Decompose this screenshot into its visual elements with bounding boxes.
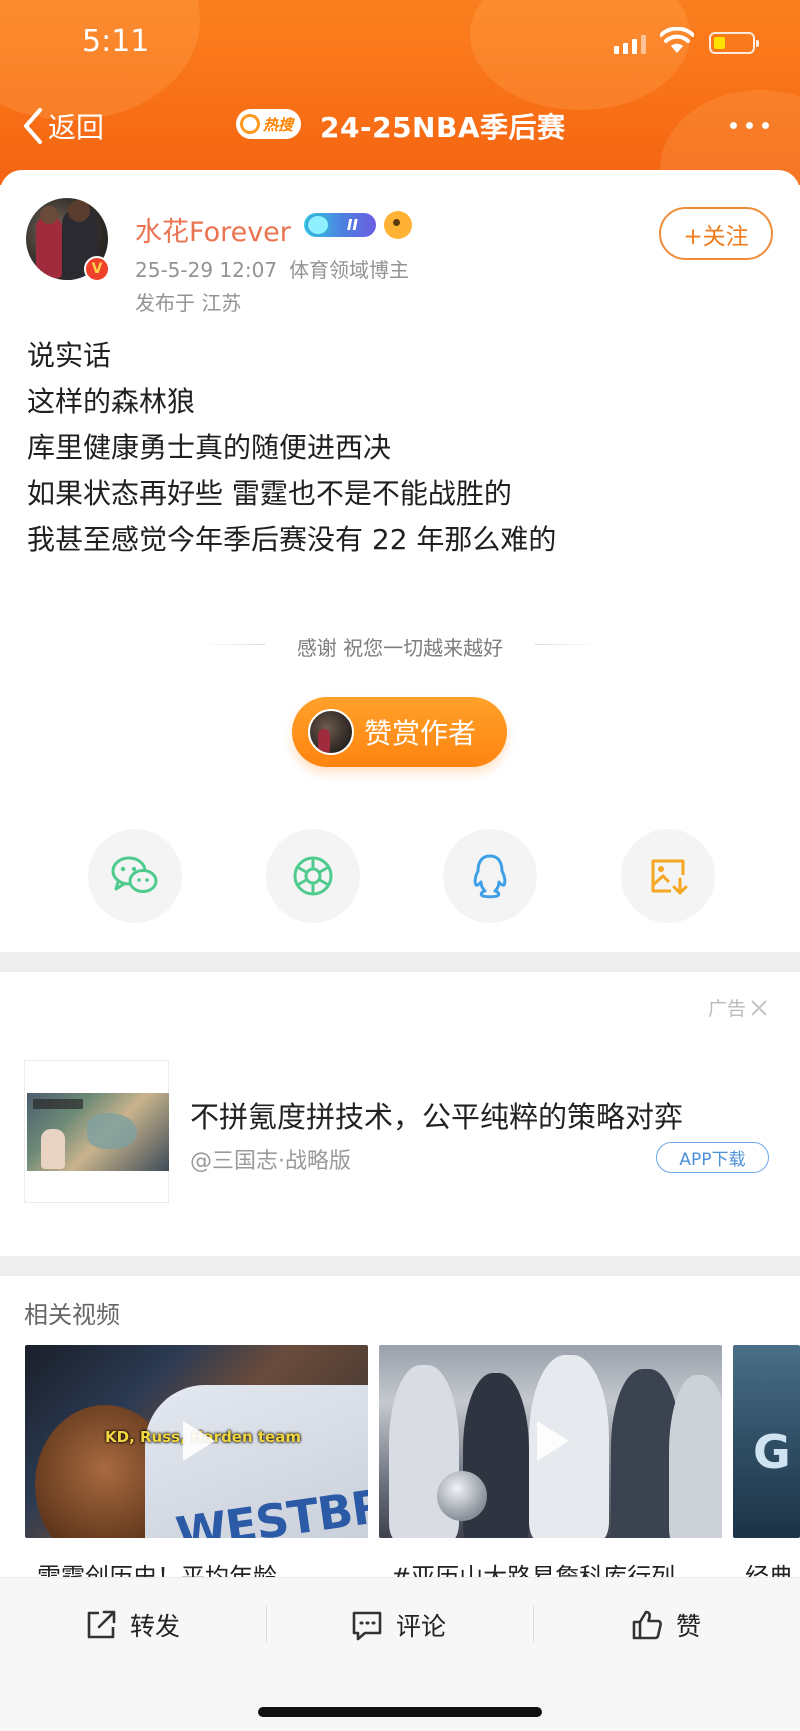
section-divider xyxy=(0,952,800,972)
nav-bar: 返回 热搜 24-25NBA季后赛 xyxy=(0,98,800,154)
comment-button[interactable]: 评论 xyxy=(350,1605,446,1645)
reward-author-button[interactable]: 赞赏作者 xyxy=(292,697,507,767)
thanks-row: 感谢 祝您一切越来越好 xyxy=(0,628,800,662)
play-icon xyxy=(183,1421,215,1461)
level-badge-label: II xyxy=(346,216,358,234)
cellular-signal-icon xyxy=(614,34,646,54)
post-line: 这样的森林狼 xyxy=(27,385,196,418)
status-time: 5:11 xyxy=(82,24,150,59)
wechat-icon xyxy=(111,856,158,893)
post-meta: 25-5-29 12:07 体育领域博主 xyxy=(135,254,409,283)
level-badge[interactable]: II xyxy=(304,213,376,237)
back-button[interactable]: 返回 xyxy=(22,106,104,146)
repost-icon xyxy=(87,1610,116,1639)
brain-icon xyxy=(306,214,330,236)
repost-button[interactable]: 转发 xyxy=(84,1605,180,1645)
comment-label: 评论 xyxy=(396,1612,447,1641)
follow-button[interactable]: +关注 xyxy=(659,207,773,260)
share-wechat-button[interactable] xyxy=(88,829,182,923)
back-label: 返回 xyxy=(48,111,105,144)
post-line: 如果状态再好些 雷霆也不是不能战胜的 xyxy=(27,477,512,510)
share-qq-button[interactable] xyxy=(443,829,537,923)
status-bar: 5:11 xyxy=(0,0,800,90)
moments-icon xyxy=(293,856,333,896)
author-avatar-small xyxy=(308,709,354,755)
repost-label: 转发 xyxy=(130,1612,181,1641)
author-tag: 体育领域博主 xyxy=(289,258,410,282)
hot-badge-label: 热搜 xyxy=(263,115,294,134)
video-card[interactable] xyxy=(379,1345,722,1538)
ad-label-text: 广告 xyxy=(707,998,746,1020)
post-line: 说实话 xyxy=(27,339,112,372)
like-label: 赞 xyxy=(676,1612,702,1641)
divider-line xyxy=(535,644,599,645)
thanks-text: 感谢 祝您一切越来越好 xyxy=(296,636,504,660)
home-indicator[interactable] xyxy=(258,1707,542,1717)
post-timestamp: 25-5-29 12:07 xyxy=(135,258,278,282)
save-image-button[interactable] xyxy=(621,829,715,923)
ad-thumbnail[interactable] xyxy=(24,1060,169,1203)
section-divider xyxy=(0,1256,800,1276)
reward-label: 赞赏作者 xyxy=(364,717,477,750)
chevron-left-icon xyxy=(24,108,42,144)
ad-label[interactable]: 广告 xyxy=(708,994,768,1021)
ad-source[interactable]: @三国志·战略版 xyxy=(190,1143,351,1175)
post-line: 库里健康勇士真的随便进西决 xyxy=(27,431,392,464)
page-title[interactable]: 24-25NBA季后赛 xyxy=(320,106,566,146)
author-name[interactable]: 水花Forever xyxy=(135,210,291,249)
hot-search-badge[interactable]: 热搜 xyxy=(236,109,302,139)
post-body: 说实话 这样的森林狼 库里健康勇士真的随便进西决 如果状态再好些 雷霆也不是不能… xyxy=(27,333,556,563)
video-card[interactable]: G xyxy=(733,1345,800,1538)
share-moments-button[interactable] xyxy=(266,829,360,923)
ad-title[interactable]: 不拼氪度拼技术，公平纯粹的策略对弈 xyxy=(190,1094,683,1136)
fan-badge-icon[interactable] xyxy=(384,211,412,239)
divider xyxy=(533,1606,534,1642)
video-card[interactable]: WESTBROOK KD, Russ, Harden team xyxy=(25,1345,368,1538)
save-image-icon xyxy=(651,859,688,895)
thumbs-up-icon xyxy=(632,1610,662,1640)
post-location: 发布于 江苏 xyxy=(135,291,242,315)
close-icon[interactable] xyxy=(750,999,768,1017)
play-icon xyxy=(537,1421,569,1461)
verified-badge-icon: V xyxy=(84,256,110,282)
share-row xyxy=(0,829,800,925)
related-videos-title: 相关视频 xyxy=(24,1301,120,1329)
post-line: 我甚至感觉今年季后赛没有 22 年那么难的 xyxy=(27,523,557,556)
video-thumbnail: G xyxy=(733,1345,800,1538)
search-icon xyxy=(240,114,260,134)
app-download-button[interactable]: APP下载 xyxy=(656,1142,769,1173)
more-options-button[interactable] xyxy=(730,122,769,129)
battery-icon xyxy=(709,32,759,54)
wifi-icon xyxy=(660,27,694,53)
comment-icon xyxy=(352,1611,382,1641)
like-button[interactable]: 赞 xyxy=(630,1605,701,1645)
divider xyxy=(266,1606,267,1642)
qq-icon xyxy=(473,854,507,899)
